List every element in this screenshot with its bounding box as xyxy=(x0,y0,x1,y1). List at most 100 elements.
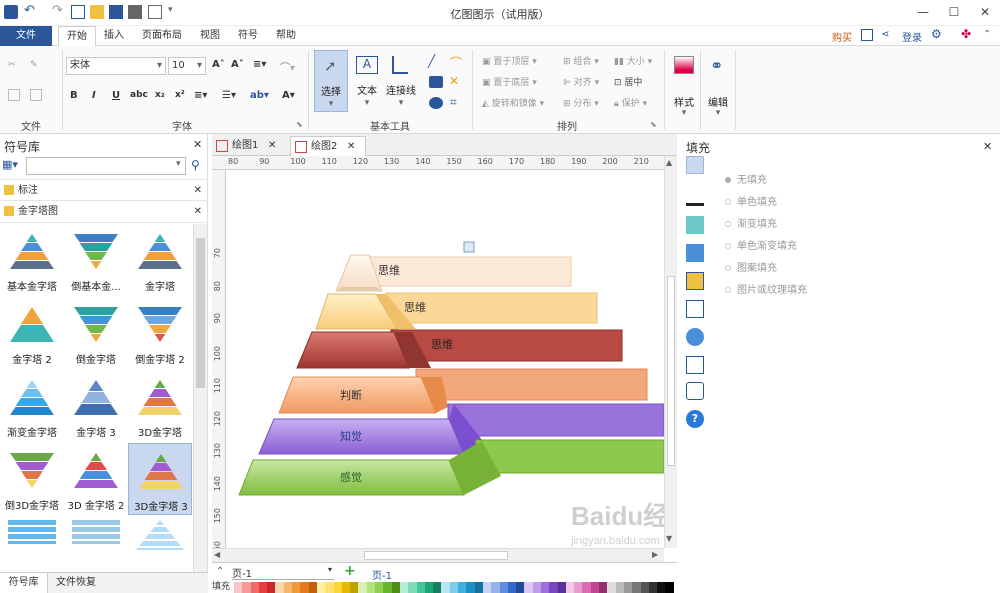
font-dialog-launcher-icon[interactable]: ⬊ xyxy=(296,120,303,129)
canvas-vscroll-thumb[interactable] xyxy=(667,276,675,466)
arc-icon[interactable]: ⌒ xyxy=(450,54,462,71)
library-shape-item[interactable]: 3D金字塔 xyxy=(128,370,192,442)
section-annotation[interactable]: 标注 ✕ xyxy=(0,179,208,201)
color-swatch[interactable] xyxy=(540,582,550,593)
selection-handle-icon[interactable] xyxy=(463,241,475,253)
pyramid-diagram[interactable]: 思维 思维 思维 判断 知觉 感觉 Baidu经 jingyan.baidu.c… xyxy=(226,170,664,548)
layer-icon[interactable] xyxy=(686,272,704,290)
color-swatch[interactable] xyxy=(574,582,583,593)
line-style-icon[interactable]: ⌒▾ xyxy=(280,59,295,74)
select-tool-button[interactable]: ➚ 选择 ▾ xyxy=(314,50,348,112)
color-swatch[interactable] xyxy=(333,582,342,593)
fill-bucket-icon[interactable] xyxy=(686,156,704,174)
help-icon[interactable]: ? xyxy=(686,410,704,428)
color-swatch[interactable] xyxy=(499,582,508,593)
cut-icon[interactable]: ✂ xyxy=(8,60,22,72)
fill-option-none[interactable]: 无填充 xyxy=(725,171,767,186)
font-color-icon[interactable]: A▾ xyxy=(282,90,295,101)
color-swatch[interactable] xyxy=(375,582,384,593)
library-shape-item[interactable]: 3D金字塔 3 xyxy=(128,443,192,515)
center-button[interactable]: ⊡ 居中 xyxy=(614,75,642,88)
scroll-up-icon[interactable]: ▲ xyxy=(666,158,672,167)
canvas-horizontal-scrollbar[interactable]: ◀ ▶ xyxy=(212,548,664,562)
color-swatch[interactable] xyxy=(341,582,351,593)
color-swatch[interactable] xyxy=(640,582,649,593)
bold-icon[interactable]: B xyxy=(70,90,78,101)
pyramid-layer-1[interactable]: 思维 xyxy=(335,254,572,292)
tab-close-icon[interactable]: ✕ xyxy=(347,137,355,157)
protect-button[interactable]: 🔒︎ 保护 ▾ xyxy=(614,96,647,109)
drawing-canvas[interactable]: 思维 思维 思维 判断 知觉 感觉 Baidu经 jingyan.baidu.c… xyxy=(226,170,664,548)
color-swatch[interactable] xyxy=(250,582,259,593)
library-scrollbar[interactable] xyxy=(193,224,207,572)
superscript-icon[interactable]: x² xyxy=(175,90,185,100)
color-swatch[interactable] xyxy=(458,582,467,593)
pyramid-layer-2[interactable]: 思维 xyxy=(315,292,598,330)
section-close-icon[interactable]: ✕ xyxy=(194,201,202,223)
color-swatch[interactable] xyxy=(242,582,251,593)
library-search-input[interactable] xyxy=(26,157,186,175)
color-swatch[interactable] xyxy=(590,582,600,593)
color-swatch[interactable] xyxy=(507,582,517,593)
ribbon-collapse-icon[interactable]: ⌃ xyxy=(983,29,991,40)
fill-option-picture[interactable]: 图片或纹理填充 xyxy=(725,281,807,296)
section-close-icon[interactable]: ✕ xyxy=(194,180,202,202)
maximize-button[interactable]: ☐ xyxy=(939,2,969,22)
send-to-back-button[interactable]: ▣ 置于底层 ▾ xyxy=(482,75,537,88)
line-pen-icon[interactable] xyxy=(686,188,704,206)
library-scroll-thumb[interactable] xyxy=(196,238,205,388)
format-painter-icon[interactable]: ✎ xyxy=(30,60,44,72)
text-tool-button[interactable]: A 文本 ▾ xyxy=(352,50,382,112)
color-swatch[interactable] xyxy=(258,582,268,593)
library-shape-item[interactable] xyxy=(8,520,56,544)
distribute-button[interactable]: ⊞ 分布 ▾ xyxy=(563,96,599,109)
image-icon[interactable] xyxy=(686,244,704,262)
scroll-right-icon[interactable]: ▶ xyxy=(652,550,658,559)
tab-view[interactable]: 视图 xyxy=(192,26,228,46)
arrange-dialog-launcher-icon[interactable]: ⬊ xyxy=(650,120,657,129)
subscript-icon[interactable]: x₂ xyxy=(155,90,165,100)
underline-icon[interactable]: U xyxy=(112,90,120,101)
tab-symbol-library[interactable]: 符号库 xyxy=(0,573,48,593)
strikethrough-icon[interactable]: abc xyxy=(130,90,148,100)
text-color-icon[interactable]: ab▾ xyxy=(250,90,269,101)
library-close-icon[interactable]: ✕ xyxy=(193,138,202,151)
fill-option-solid[interactable]: 单色填充 xyxy=(725,193,777,208)
library-shape-item[interactable]: 金字塔 2 xyxy=(0,297,64,369)
group-button[interactable]: ⊞ 组合 ▾ xyxy=(563,54,599,67)
color-swatch[interactable] xyxy=(466,582,475,593)
minimize-button[interactable]: — xyxy=(908,2,938,22)
color-swatch[interactable] xyxy=(565,582,575,593)
page-select[interactable]: 页-1 ▾ xyxy=(232,565,334,580)
color-swatch[interactable] xyxy=(623,582,633,593)
scroll-left-icon[interactable]: ◀ xyxy=(214,550,220,559)
color-swatch[interactable] xyxy=(582,582,591,593)
bullet-list-icon[interactable]: ☰▾ xyxy=(222,90,236,101)
color-swatch[interactable] xyxy=(234,582,243,593)
library-shape-item[interactable]: 倒基本金... xyxy=(64,224,128,296)
canvas-vertical-scrollbar[interactable]: ▲ ▼ xyxy=(664,156,677,548)
grow-font-icon[interactable]: A˄ xyxy=(212,59,225,70)
library-shape-item[interactable]: 倒3D金字塔 xyxy=(0,443,64,515)
fill-option-gradient[interactable]: 渐变填充 xyxy=(725,215,777,230)
color-swatch[interactable] xyxy=(350,582,359,593)
fill-panel-close-icon[interactable]: ✕ xyxy=(983,140,992,153)
color-swatch[interactable] xyxy=(491,582,500,593)
color-swatch[interactable] xyxy=(532,582,541,593)
library-shape-item[interactable] xyxy=(136,520,184,550)
buy-link[interactable]: 购买 xyxy=(832,29,852,44)
library-shape-item[interactable]: 3D 金字塔 2 xyxy=(64,443,128,515)
text-align-icon[interactable]: ≡▾ xyxy=(253,59,266,70)
paste-icon[interactable] xyxy=(30,89,42,101)
color-swatch[interactable] xyxy=(648,582,658,593)
style-button[interactable]: 样式 ▾ xyxy=(670,50,698,118)
section-pyramid[interactable]: 金字塔图 ✕ xyxy=(0,201,208,223)
connector-tool-button[interactable]: 连接线 ▾ xyxy=(384,50,418,112)
color-swatch[interactable] xyxy=(391,582,400,593)
italic-icon[interactable]: I xyxy=(92,90,96,101)
add-page-icon[interactable]: + xyxy=(344,563,356,579)
share-screen-icon[interactable] xyxy=(861,29,873,41)
color-swatch[interactable] xyxy=(283,582,293,593)
line-spacing-icon[interactable]: ≡▾ xyxy=(194,90,207,101)
color-swatch[interactable] xyxy=(516,582,525,593)
